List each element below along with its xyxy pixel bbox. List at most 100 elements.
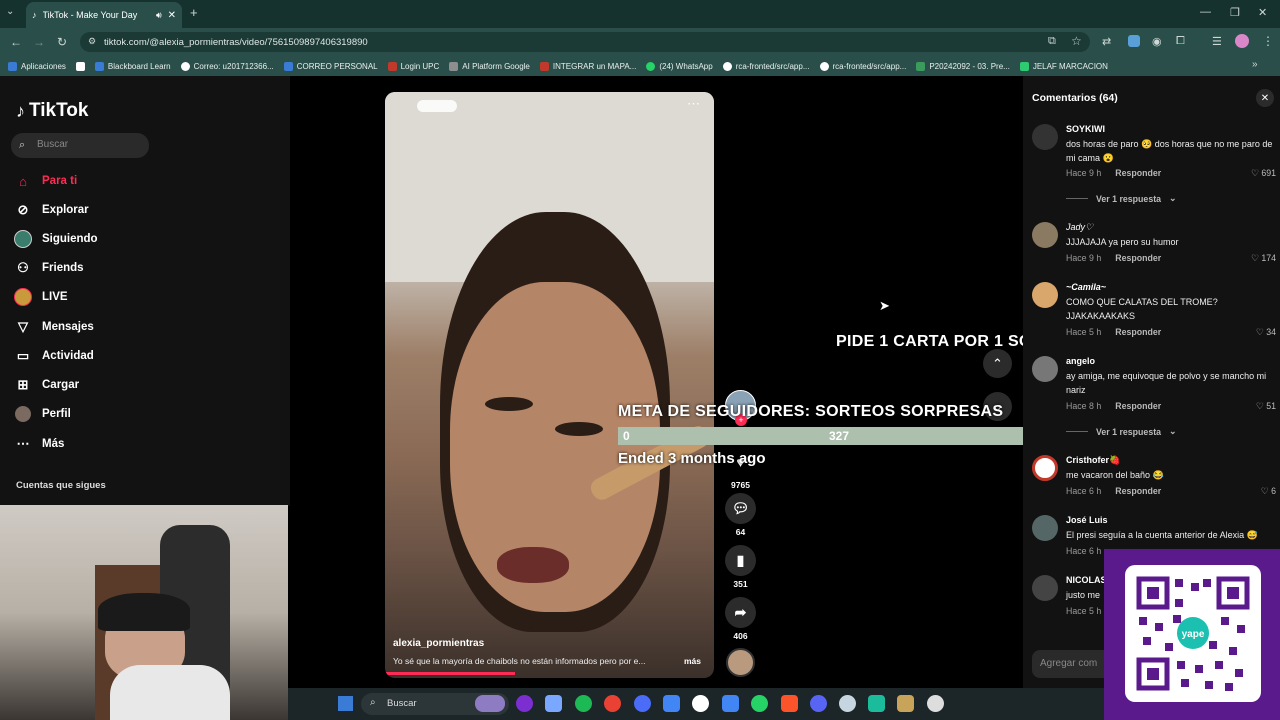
nav-friends[interactable]: ⚇ Friends xyxy=(14,259,83,277)
tab-search-icon[interactable]: ⌄ xyxy=(6,6,14,17)
comment-avatar[interactable] xyxy=(1032,575,1058,601)
previous-video-button[interactable]: ⌃ xyxy=(983,349,1012,378)
more-options-icon[interactable]: ⋯ xyxy=(687,96,700,112)
bookmark-ai-platform[interactable]: AI Platform Google xyxy=(449,61,530,71)
save-button[interactable]: ▮ 351 xyxy=(725,545,756,589)
install-app-icon[interactable]: ⧉ xyxy=(1048,35,1056,48)
comment-avatar[interactable] xyxy=(1032,515,1058,541)
taskbar-spotify-icon[interactable] xyxy=(575,695,592,712)
browser-menu-icon[interactable]: ⋮ xyxy=(1262,34,1274,48)
bookmark-login-upc[interactable]: Login UPC xyxy=(387,61,439,71)
bookmark-p20242092[interactable]: P20242092 - 03. Pre... xyxy=(916,61,1010,71)
back-icon[interactable]: ← xyxy=(10,35,22,49)
comment-username[interactable]: angelo xyxy=(1066,356,1095,366)
nav-siguiendo[interactable]: Siguiendo xyxy=(14,230,98,248)
taskbar-app-icon-1[interactable] xyxy=(516,695,533,712)
bookmark-apps[interactable]: Aplicaciones xyxy=(8,61,66,71)
new-tab-button[interactable]: + xyxy=(190,5,198,20)
extension-icon-1[interactable]: ⇄ xyxy=(1102,35,1111,48)
forward-icon[interactable]: → xyxy=(33,35,45,49)
taskbar-notepad-icon[interactable] xyxy=(663,695,680,712)
bookmark-correo[interactable]: Correo: u201712366... xyxy=(180,61,274,71)
bookmark-grid[interactable] xyxy=(75,61,85,71)
reply-button[interactable]: Responder xyxy=(1115,253,1161,263)
bookmark-github-1[interactable]: rca-fronted/src/app... xyxy=(722,61,810,71)
view-replies-button[interactable]: Ver 1 respuesta ⌄ xyxy=(1066,193,1176,204)
nav-cargar[interactable]: ⊞ Cargar xyxy=(14,376,80,394)
profile-avatar[interactable] xyxy=(1235,34,1249,48)
comment-username[interactable]: Cristhofer🍓 xyxy=(1066,455,1120,466)
taskbar-league-icon[interactable] xyxy=(897,695,914,712)
music-disc-icon[interactable] xyxy=(726,648,755,677)
tiktok-logo[interactable]: ♪ TikTok xyxy=(16,100,88,122)
taskbar-whatsapp-icon[interactable] xyxy=(751,695,768,712)
bookmark-integrar-mapa[interactable]: INTEGRAR un MAPA... xyxy=(539,61,636,71)
bookmark-blackboard[interactable]: Blackboard Learn xyxy=(94,61,171,71)
maximize-icon[interactable]: ❐ xyxy=(1230,6,1240,19)
comment-avatar[interactable] xyxy=(1032,455,1058,481)
nav-para-ti[interactable]: ⌂ Para ti xyxy=(14,172,77,190)
bookmark-star-icon[interactable]: ☆ xyxy=(1071,34,1082,48)
comment-username[interactable]: Jady♡ xyxy=(1066,222,1093,233)
comment-username[interactable]: NICOLAS xyxy=(1066,575,1107,585)
comment-likes[interactable]: ♡ 691 xyxy=(1251,168,1276,179)
window-close-icon[interactable]: ✕ xyxy=(1258,6,1267,19)
extension-icon-3[interactable]: ◉ xyxy=(1152,35,1162,48)
taskbar-github-icon[interactable] xyxy=(634,695,651,712)
taskbar-shield-icon[interactable] xyxy=(545,695,562,712)
comment-likes[interactable]: ♡ 174 xyxy=(1251,253,1276,264)
reply-button[interactable]: Responder xyxy=(1115,486,1161,496)
nav-mas[interactable]: ⋯ Más xyxy=(14,435,65,453)
nav-perfil[interactable]: Perfil xyxy=(14,405,71,423)
bookmark-correo-personal[interactable]: CORREO PERSONAL xyxy=(283,61,378,71)
reply-button[interactable]: Responder xyxy=(1115,401,1161,411)
comment-avatar[interactable] xyxy=(1032,282,1058,308)
nav-explorar[interactable]: ⊘ Explorar xyxy=(14,201,89,219)
site-info-icon[interactable]: ⚙ xyxy=(88,36,96,47)
video-progress-bar[interactable] xyxy=(385,672,515,675)
reload-icon[interactable]: ↻ xyxy=(57,35,67,49)
comment-likes[interactable]: ♡ 6 xyxy=(1261,486,1276,497)
extensions-puzzle-icon[interactable]: ⧠ xyxy=(1176,35,1185,48)
comment-button[interactable]: 💬︎ 64 xyxy=(725,493,756,537)
taskbar-calculator-icon[interactable] xyxy=(722,695,739,712)
tab-close-icon[interactable]: ✕ xyxy=(168,10,176,21)
nav-live[interactable]: LIVE xyxy=(14,288,68,306)
url-field[interactable]: tiktok.com/@alexia_pormientras/video/756… xyxy=(80,32,1090,52)
video-author[interactable]: alexia_pormientras xyxy=(393,638,484,649)
taskbar-app-icon-2[interactable] xyxy=(692,695,709,712)
search-input[interactable]: Buscar xyxy=(11,133,149,158)
minimize-icon[interactable]: — xyxy=(1200,6,1211,18)
browser-tab[interactable]: ♪ TikTok - Make Your Day 🔊︎ ✕ xyxy=(26,2,182,28)
speaker-icon[interactable]: 🔊︎ xyxy=(156,10,162,21)
video-player[interactable]: ⋯ xyxy=(385,92,714,678)
bookmark-jelaf[interactable]: JELAF MARCACION xyxy=(1019,61,1108,71)
bookmarks-overflow-icon[interactable]: » xyxy=(1252,59,1258,70)
comment-avatar[interactable] xyxy=(1032,356,1058,382)
comment-avatar[interactable] xyxy=(1032,124,1058,150)
comments-close-button[interactable]: ✕ xyxy=(1256,89,1274,107)
taskbar-brave-icon[interactable] xyxy=(781,695,798,712)
windows-start-icon[interactable] xyxy=(338,696,353,711)
share-button[interactable]: ➦ 406 xyxy=(725,597,756,641)
comment-avatar[interactable] xyxy=(1032,222,1058,248)
taskbar-steam-icon[interactable] xyxy=(839,695,856,712)
view-replies-button[interactable]: Ver 1 respuesta ⌄ xyxy=(1066,426,1176,437)
taskbar-app-icon-3[interactable] xyxy=(868,695,885,712)
comment-likes[interactable]: ♡ 51 xyxy=(1256,401,1276,412)
nav-actividad[interactable]: ▭ Actividad xyxy=(14,347,94,365)
caption-more-link[interactable]: más xyxy=(684,656,701,666)
taskbar-chrome-icon[interactable] xyxy=(604,695,621,712)
bookmark-whatsapp[interactable]: (24) WhatsApp xyxy=(646,61,713,71)
volume-toggle[interactable] xyxy=(417,100,457,112)
reply-button[interactable]: Responder xyxy=(1115,327,1161,337)
taskbar-app-icon-4[interactable] xyxy=(927,695,944,712)
comment-username[interactable]: SOYKIWI xyxy=(1066,124,1105,134)
taskbar-discord-icon[interactable] xyxy=(810,695,827,712)
reply-button[interactable]: Responder xyxy=(1115,168,1161,178)
comment-username[interactable]: ~Camila~ xyxy=(1066,282,1106,292)
nav-mensajes[interactable]: ▽ Mensajes xyxy=(14,318,94,336)
media-control-icon[interactable]: ☰ xyxy=(1212,35,1222,48)
comment-likes[interactable]: ♡ 34 xyxy=(1256,327,1276,338)
bookmark-github-2[interactable]: rca-fronted/src/app... xyxy=(819,61,906,71)
